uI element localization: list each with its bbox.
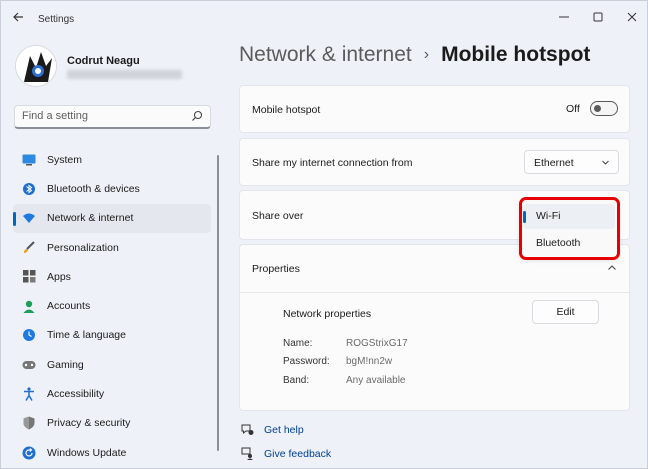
minimize-icon <box>559 16 569 18</box>
sidebar-item-gaming[interactable]: Gaming <box>13 350 211 379</box>
search-box[interactable] <box>14 105 211 129</box>
get-help-link[interactable]: Get help <box>241 423 304 436</box>
give-feedback-link[interactable]: Give feedback <box>241 447 331 460</box>
back-button[interactable] <box>9 10 27 28</box>
close-icon <box>627 12 637 22</box>
gamepad-icon <box>22 358 36 372</box>
sidebar-item-time-language[interactable]: Time & language <box>13 321 211 350</box>
property-value: ROGStrixG17 <box>346 338 408 349</box>
property-key: Password: <box>283 356 330 367</box>
clock-globe-icon <box>22 328 36 342</box>
divider <box>240 292 629 293</box>
chevron-right-icon: › <box>423 46 430 63</box>
sidebar-item-label: Privacy & security <box>47 417 131 430</box>
chevron-up-icon[interactable] <box>607 263 617 273</box>
maximize-button[interactable] <box>583 7 613 29</box>
mobile-hotspot-card: Mobile hotspot Off <box>239 85 630 133</box>
close-button[interactable] <box>617 7 647 29</box>
sidebar-item-windows-update[interactable]: Windows Update <box>13 438 211 467</box>
mobile-hotspot-toggle[interactable] <box>590 101 618 116</box>
breadcrumb-parent-link[interactable]: Network & internet <box>239 43 412 67</box>
sidebar-item-label: System <box>47 153 83 166</box>
annotation-highlight-box <box>519 197 620 260</box>
sidebar-item-bluetooth[interactable]: Bluetooth & devices <box>13 174 211 203</box>
brush-icon <box>22 240 36 255</box>
sidebar-item-label: Gaming <box>47 358 84 371</box>
sidebar-item-label: Time & language <box>47 329 126 342</box>
app-title: Settings <box>38 14 75 25</box>
sidebar-item-accessibility[interactable]: Accessibility <box>13 379 211 408</box>
search-input[interactable] <box>22 106 192 126</box>
property-key: Band: <box>283 375 310 386</box>
properties-title: Properties <box>252 263 300 275</box>
shield-icon <box>22 416 36 430</box>
sidebar-item-label: Personalization <box>47 241 119 254</box>
sidebar-scrollbar[interactable] <box>217 155 219 451</box>
property-value: bgM!nn2w <box>346 356 393 367</box>
apps-icon <box>22 270 36 284</box>
sidebar-item-privacy-security[interactable]: Privacy & security <box>13 409 211 438</box>
share-from-card: Share my internet connection from Ethern… <box>239 138 630 186</box>
toggle-state-label: Off <box>566 103 580 115</box>
properties-card: Properties Network properties Edit Name:… <box>239 244 630 411</box>
give-feedback-label[interactable]: Give feedback <box>264 448 331 460</box>
breadcrumb: Network & internet › Mobile hotspot <box>239 43 590 67</box>
sidebar-item-apps[interactable]: Apps <box>13 262 211 291</box>
share-from-label: Share my internet connection from <box>252 157 413 169</box>
back-arrow-icon <box>13 12 23 22</box>
wifi-icon <box>22 211 36 225</box>
share-from-dropdown[interactable]: Ethernet <box>524 150 619 174</box>
sidebar-item-label: Windows Update <box>47 446 127 459</box>
minimize-button[interactable] <box>549 7 579 29</box>
search-icon[interactable] <box>190 109 204 123</box>
bluetooth-icon <box>22 182 36 196</box>
page-title: Mobile hotspot <box>441 43 591 66</box>
update-icon <box>22 446 36 460</box>
user-email-redacted <box>67 70 182 79</box>
sidebar-item-label: Apps <box>47 270 71 283</box>
toggle-knob <box>594 105 601 112</box>
property-value: Any available <box>346 375 406 386</box>
title-bar: Settings <box>1 1 647 35</box>
dropdown-selected-value: Ethernet <box>534 157 574 169</box>
help-icon <box>241 424 254 435</box>
sidebar-item-label: Accounts <box>47 300 91 313</box>
avatar-image-icon <box>16 46 56 86</box>
sidebar-nav: System Bluetooth & devices Network & int… <box>13 145 211 467</box>
maximize-icon <box>593 12 603 22</box>
edit-button[interactable]: Edit <box>532 300 599 324</box>
network-properties-label: Network properties <box>283 308 372 320</box>
get-help-label[interactable]: Get help <box>264 424 304 436</box>
settings-window: Settings Codrut Neagu Find a setting Sys… <box>0 0 648 469</box>
monitor-icon <box>22 153 36 167</box>
avatar[interactable] <box>15 45 57 87</box>
mobile-hotspot-label: Mobile hotspot <box>252 104 321 116</box>
sidebar-item-label: Network & internet <box>47 212 134 225</box>
chevron-down-icon <box>602 160 609 165</box>
sidebar-item-personalization[interactable]: Personalization <box>13 233 211 262</box>
sidebar-item-system[interactable]: System <box>13 145 211 174</box>
property-key: Name: <box>283 338 313 349</box>
sidebar-item-label: Bluetooth & devices <box>47 182 140 195</box>
sidebar-item-label: Accessibility <box>47 388 105 401</box>
feedback-icon <box>241 447 253 460</box>
user-name: Codrut Neagu <box>67 55 140 67</box>
accessibility-icon <box>22 387 36 401</box>
sidebar-item-network[interactable]: Network & internet <box>13 203 211 233</box>
sidebar-item-accounts[interactable]: Accounts <box>13 291 211 320</box>
person-icon <box>22 299 36 313</box>
share-over-label: Share over <box>252 210 304 222</box>
